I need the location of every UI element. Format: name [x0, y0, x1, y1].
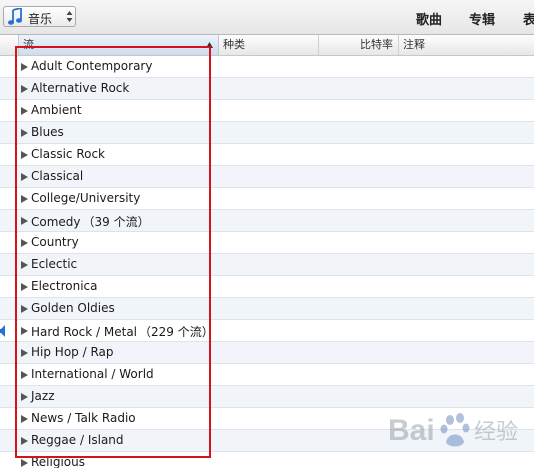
genre-row[interactable]: Adult Contemporary: [0, 56, 534, 78]
disclosure-triangle-icon[interactable]: [21, 393, 28, 401]
column-bitrate-label: 比特率: [360, 38, 393, 51]
tab-lists[interactable]: 表: [523, 9, 534, 28]
library-label: 音乐: [28, 12, 53, 26]
genre-row[interactable]: College/University: [0, 188, 534, 210]
toolbar: 音乐 歌曲 专辑 表: [0, 0, 534, 35]
genre-label: Classical: [31, 169, 84, 183]
tab-albums[interactable]: 专辑: [469, 9, 495, 28]
genre-label: Adult Contemporary: [31, 59, 153, 73]
column-stream[interactable]: 流: [18, 35, 219, 55]
genre-row[interactable]: Country: [0, 232, 534, 254]
genre-row[interactable]: Religious: [0, 452, 534, 468]
column-type-label: 种类: [223, 38, 245, 51]
disclosure-triangle-icon[interactable]: [21, 459, 28, 467]
baidu-watermark-logo: Bai 经验: [388, 413, 518, 447]
disclosure-triangle-icon[interactable]: [21, 239, 28, 247]
genre-label: Eclectic: [31, 257, 78, 271]
genre-row[interactable]: Alternative Rock: [0, 78, 534, 100]
genre-label: Ambient: [31, 103, 82, 117]
music-note-icon: [8, 8, 22, 25]
genre-row[interactable]: Classical: [0, 166, 534, 188]
genre-label: Hip Hop / Rap: [31, 345, 114, 359]
genre-label: Blues: [31, 125, 64, 139]
genre-row[interactable]: Ambient: [0, 100, 534, 122]
genre-label: Jazz: [31, 389, 55, 403]
genre-row[interactable]: Hard Rock / Metal （229 个流）: [0, 320, 534, 342]
genre-label: Religious: [31, 455, 85, 468]
column-comment[interactable]: 注释: [399, 35, 534, 55]
disclosure-triangle-icon[interactable]: [21, 195, 28, 203]
stream-count: （229 个流）: [139, 325, 214, 339]
tab-songs[interactable]: 歌曲: [416, 9, 442, 28]
disclosure-triangle-icon[interactable]: [21, 283, 28, 291]
disclosure-triangle-icon[interactable]: [21, 261, 28, 269]
disclosure-triangle-icon[interactable]: [21, 151, 28, 159]
disclosure-triangle-icon[interactable]: [21, 173, 28, 181]
genre-label: News / Talk Radio: [31, 411, 136, 425]
disclosure-triangle-icon[interactable]: [21, 85, 28, 93]
svg-text:经验: 经验: [474, 420, 518, 445]
column-comment-label: 注释: [403, 38, 425, 51]
genre-row[interactable]: Golden Oldies: [0, 298, 534, 320]
sort-ascending-icon: [206, 42, 213, 48]
genre-label: College/University: [31, 191, 141, 205]
genre-row[interactable]: Blues: [0, 122, 534, 144]
stream-count: （39 个流）: [82, 215, 150, 229]
disclosure-triangle-icon[interactable]: [21, 371, 28, 379]
column-header: 流 种类 比特率 注释: [0, 35, 534, 56]
library-selector[interactable]: 音乐: [3, 6, 76, 27]
disclosure-triangle-icon[interactable]: [21, 217, 28, 225]
genre-row[interactable]: International / World: [0, 364, 534, 386]
genre-row[interactable]: Classic Rock: [0, 144, 534, 166]
genre-label: International / World: [31, 367, 154, 381]
genre-label: Electronica: [31, 279, 98, 293]
genre-label: Alternative Rock: [31, 81, 130, 95]
genre-row[interactable]: Jazz: [0, 386, 534, 408]
genre-label: Comedy （39 个流）: [31, 215, 150, 229]
disclosure-triangle-icon[interactable]: [21, 349, 28, 357]
speaker-playing-icon: [0, 325, 5, 337]
genre-label: Golden Oldies: [31, 301, 115, 315]
disclosure-triangle-icon[interactable]: [21, 327, 28, 335]
genre-label: Reggae / Island: [31, 433, 124, 447]
disclosure-triangle-icon[interactable]: [21, 415, 28, 423]
disclosure-triangle-icon[interactable]: [21, 129, 28, 137]
disclosure-triangle-icon[interactable]: [21, 63, 28, 71]
genre-label: Classic Rock: [31, 147, 106, 161]
genre-label: Country: [31, 235, 79, 249]
disclosure-triangle-icon[interactable]: [21, 107, 28, 115]
genre-row[interactable]: Electronica: [0, 276, 534, 298]
genre-row[interactable]: Comedy （39 个流）: [0, 210, 534, 232]
svg-text:Bai: Bai: [388, 414, 435, 447]
column-bitrate[interactable]: 比特率: [319, 35, 399, 55]
genre-label: Hard Rock / Metal （229 个流）: [31, 325, 214, 339]
genre-row[interactable]: Eclectic: [0, 254, 534, 276]
column-stream-label: 流: [23, 38, 34, 51]
disclosure-triangle-icon[interactable]: [21, 437, 28, 445]
genre-row[interactable]: Hip Hop / Rap: [0, 342, 534, 364]
updown-arrows-icon: [66, 11, 73, 22]
disclosure-triangle-icon[interactable]: [21, 305, 28, 313]
column-type[interactable]: 种类: [219, 35, 319, 55]
